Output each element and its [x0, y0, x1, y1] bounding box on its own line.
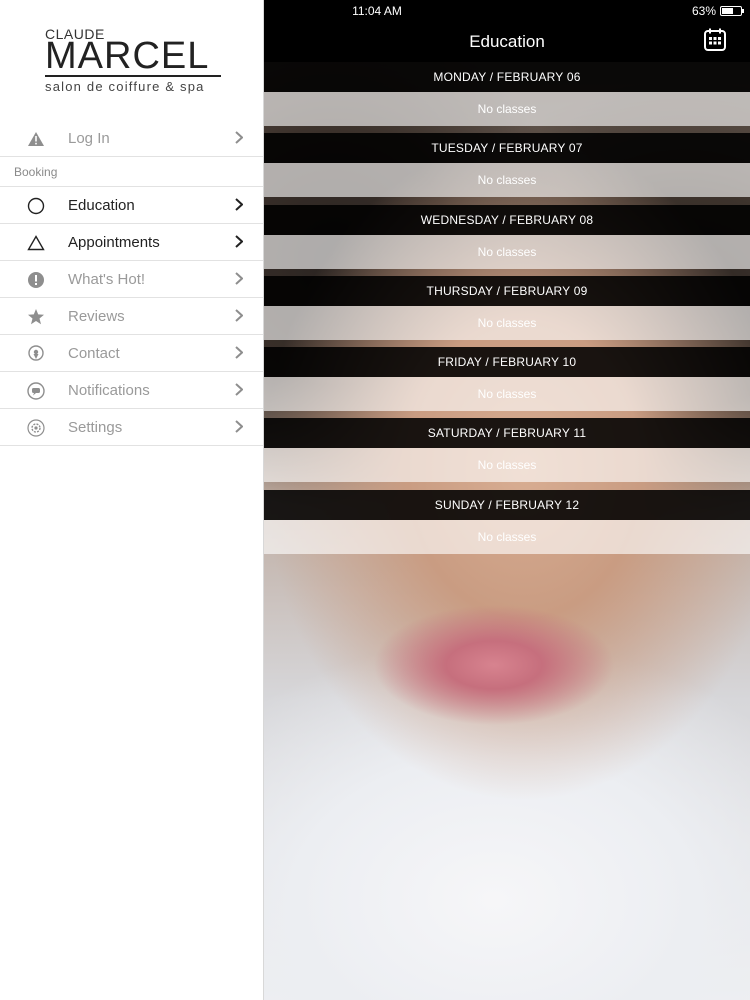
day-header: THURSDAY / FEBRUARY 09	[264, 275, 750, 306]
sidebar-item-label: Reviews	[68, 307, 125, 325]
main-panel: 11:04 AM 63% Education MONDAY / FEBRUARY…	[264, 0, 750, 1000]
day-header: TUESDAY / FEBRUARY 07	[264, 133, 750, 164]
schedule-day: MONDAY / FEBRUARY 06 No classes	[264, 62, 750, 133]
location-pin-icon	[27, 345, 45, 363]
day-status: No classes	[264, 448, 750, 483]
schedule-day: THURSDAY / FEBRUARY 09 No classes	[264, 275, 750, 347]
page-title: Education	[469, 32, 545, 51]
logo-line-2: MARCEL	[45, 35, 210, 77]
logo-line-3: salon de coiffure & spa	[45, 79, 205, 94]
day-status: No classes	[264, 377, 750, 412]
schedule-day: TUESDAY / FEBRUARY 07 No classes	[264, 133, 750, 204]
day-status: No classes	[264, 305, 750, 340]
day-header: SATURDAY / FEBRUARY 11	[264, 418, 750, 449]
day-status: No classes	[264, 234, 750, 269]
sidebar-item-notifications[interactable]: Notifications	[0, 372, 263, 409]
chevron-right-icon	[235, 309, 243, 322]
battery-percent: 63%	[691, 4, 716, 18]
sidebar-item-label: Settings	[68, 418, 123, 436]
status-bar: 11:04 AM 63%	[264, 0, 750, 22]
battery-icon	[720, 6, 744, 16]
section-label: Booking	[14, 165, 58, 179]
day-header: WEDNESDAY / FEBRUARY 08	[264, 204, 750, 235]
sidebar-item-reviews[interactable]: Reviews	[0, 298, 263, 335]
calendar-icon	[704, 28, 726, 51]
section-header-booking: Booking	[0, 157, 263, 187]
sidebar-item-label: What's Hot!	[68, 270, 146, 288]
sidebar-item-contact[interactable]: Contact	[0, 335, 263, 372]
sidebar: CLAUDE MARCEL salon de coiffure & spa Lo…	[0, 0, 264, 1000]
gear-icon	[27, 419, 45, 437]
sidebar-item-label: Notifications	[68, 381, 150, 399]
chevron-right-icon	[235, 235, 243, 248]
sidebar-menu: Log In Booking Education Appointments Wh…	[0, 120, 263, 446]
sidebar-item-appointments[interactable]: Appointments	[0, 224, 263, 261]
schedule-day: SUNDAY / FEBRUARY 12 No classes	[264, 489, 750, 561]
sidebar-item-label: Log In	[68, 129, 110, 147]
sidebar-item-education[interactable]: Education	[0, 187, 263, 224]
day-status: No classes	[264, 163, 750, 198]
schedule-list: MONDAY / FEBRUARY 06 No classes TUESDAY …	[264, 62, 750, 561]
chevron-right-icon	[235, 420, 243, 433]
chevron-right-icon	[235, 131, 243, 144]
sidebar-item-settings[interactable]: Settings	[0, 409, 263, 446]
sidebar-item-label: Contact	[68, 344, 120, 362]
chevron-right-icon	[235, 383, 243, 396]
calendar-button[interactable]	[704, 28, 726, 52]
circle-icon	[27, 197, 45, 215]
battery-indicator: 63%	[691, 4, 744, 18]
day-header: SUNDAY / FEBRUARY 12	[264, 489, 750, 520]
nav-bar: Education	[264, 22, 750, 62]
schedule-day: FRIDAY / FEBRUARY 10 No classes	[264, 347, 750, 418]
star-icon	[27, 308, 45, 326]
day-status: No classes	[264, 519, 750, 554]
day-header: FRIDAY / FEBRUARY 10	[264, 347, 750, 378]
sidebar-item-label: Appointments	[68, 233, 160, 251]
sidebar-item-login[interactable]: Log In	[0, 120, 263, 157]
chevron-right-icon	[235, 198, 243, 211]
sidebar-item-whats-hot[interactable]: What's Hot!	[0, 261, 263, 298]
chevron-right-icon	[235, 272, 243, 285]
chat-bubble-icon	[27, 382, 45, 400]
claude-marcel-logo: CLAUDE MARCEL salon de coiffure & spa	[45, 27, 235, 97]
status-time: 11:04 AM	[352, 4, 402, 18]
schedule-day: WEDNESDAY / FEBRUARY 08 No classes	[264, 204, 750, 276]
schedule-day: SATURDAY / FEBRUARY 11 No classes	[264, 418, 750, 489]
sidebar-item-label: Education	[68, 196, 135, 214]
day-status: No classes	[264, 92, 750, 126]
triangle-icon	[27, 234, 45, 252]
exclamation-icon	[27, 271, 45, 289]
chevron-right-icon	[235, 346, 243, 359]
day-header: MONDAY / FEBRUARY 06	[264, 62, 750, 92]
warning-icon	[27, 130, 45, 148]
